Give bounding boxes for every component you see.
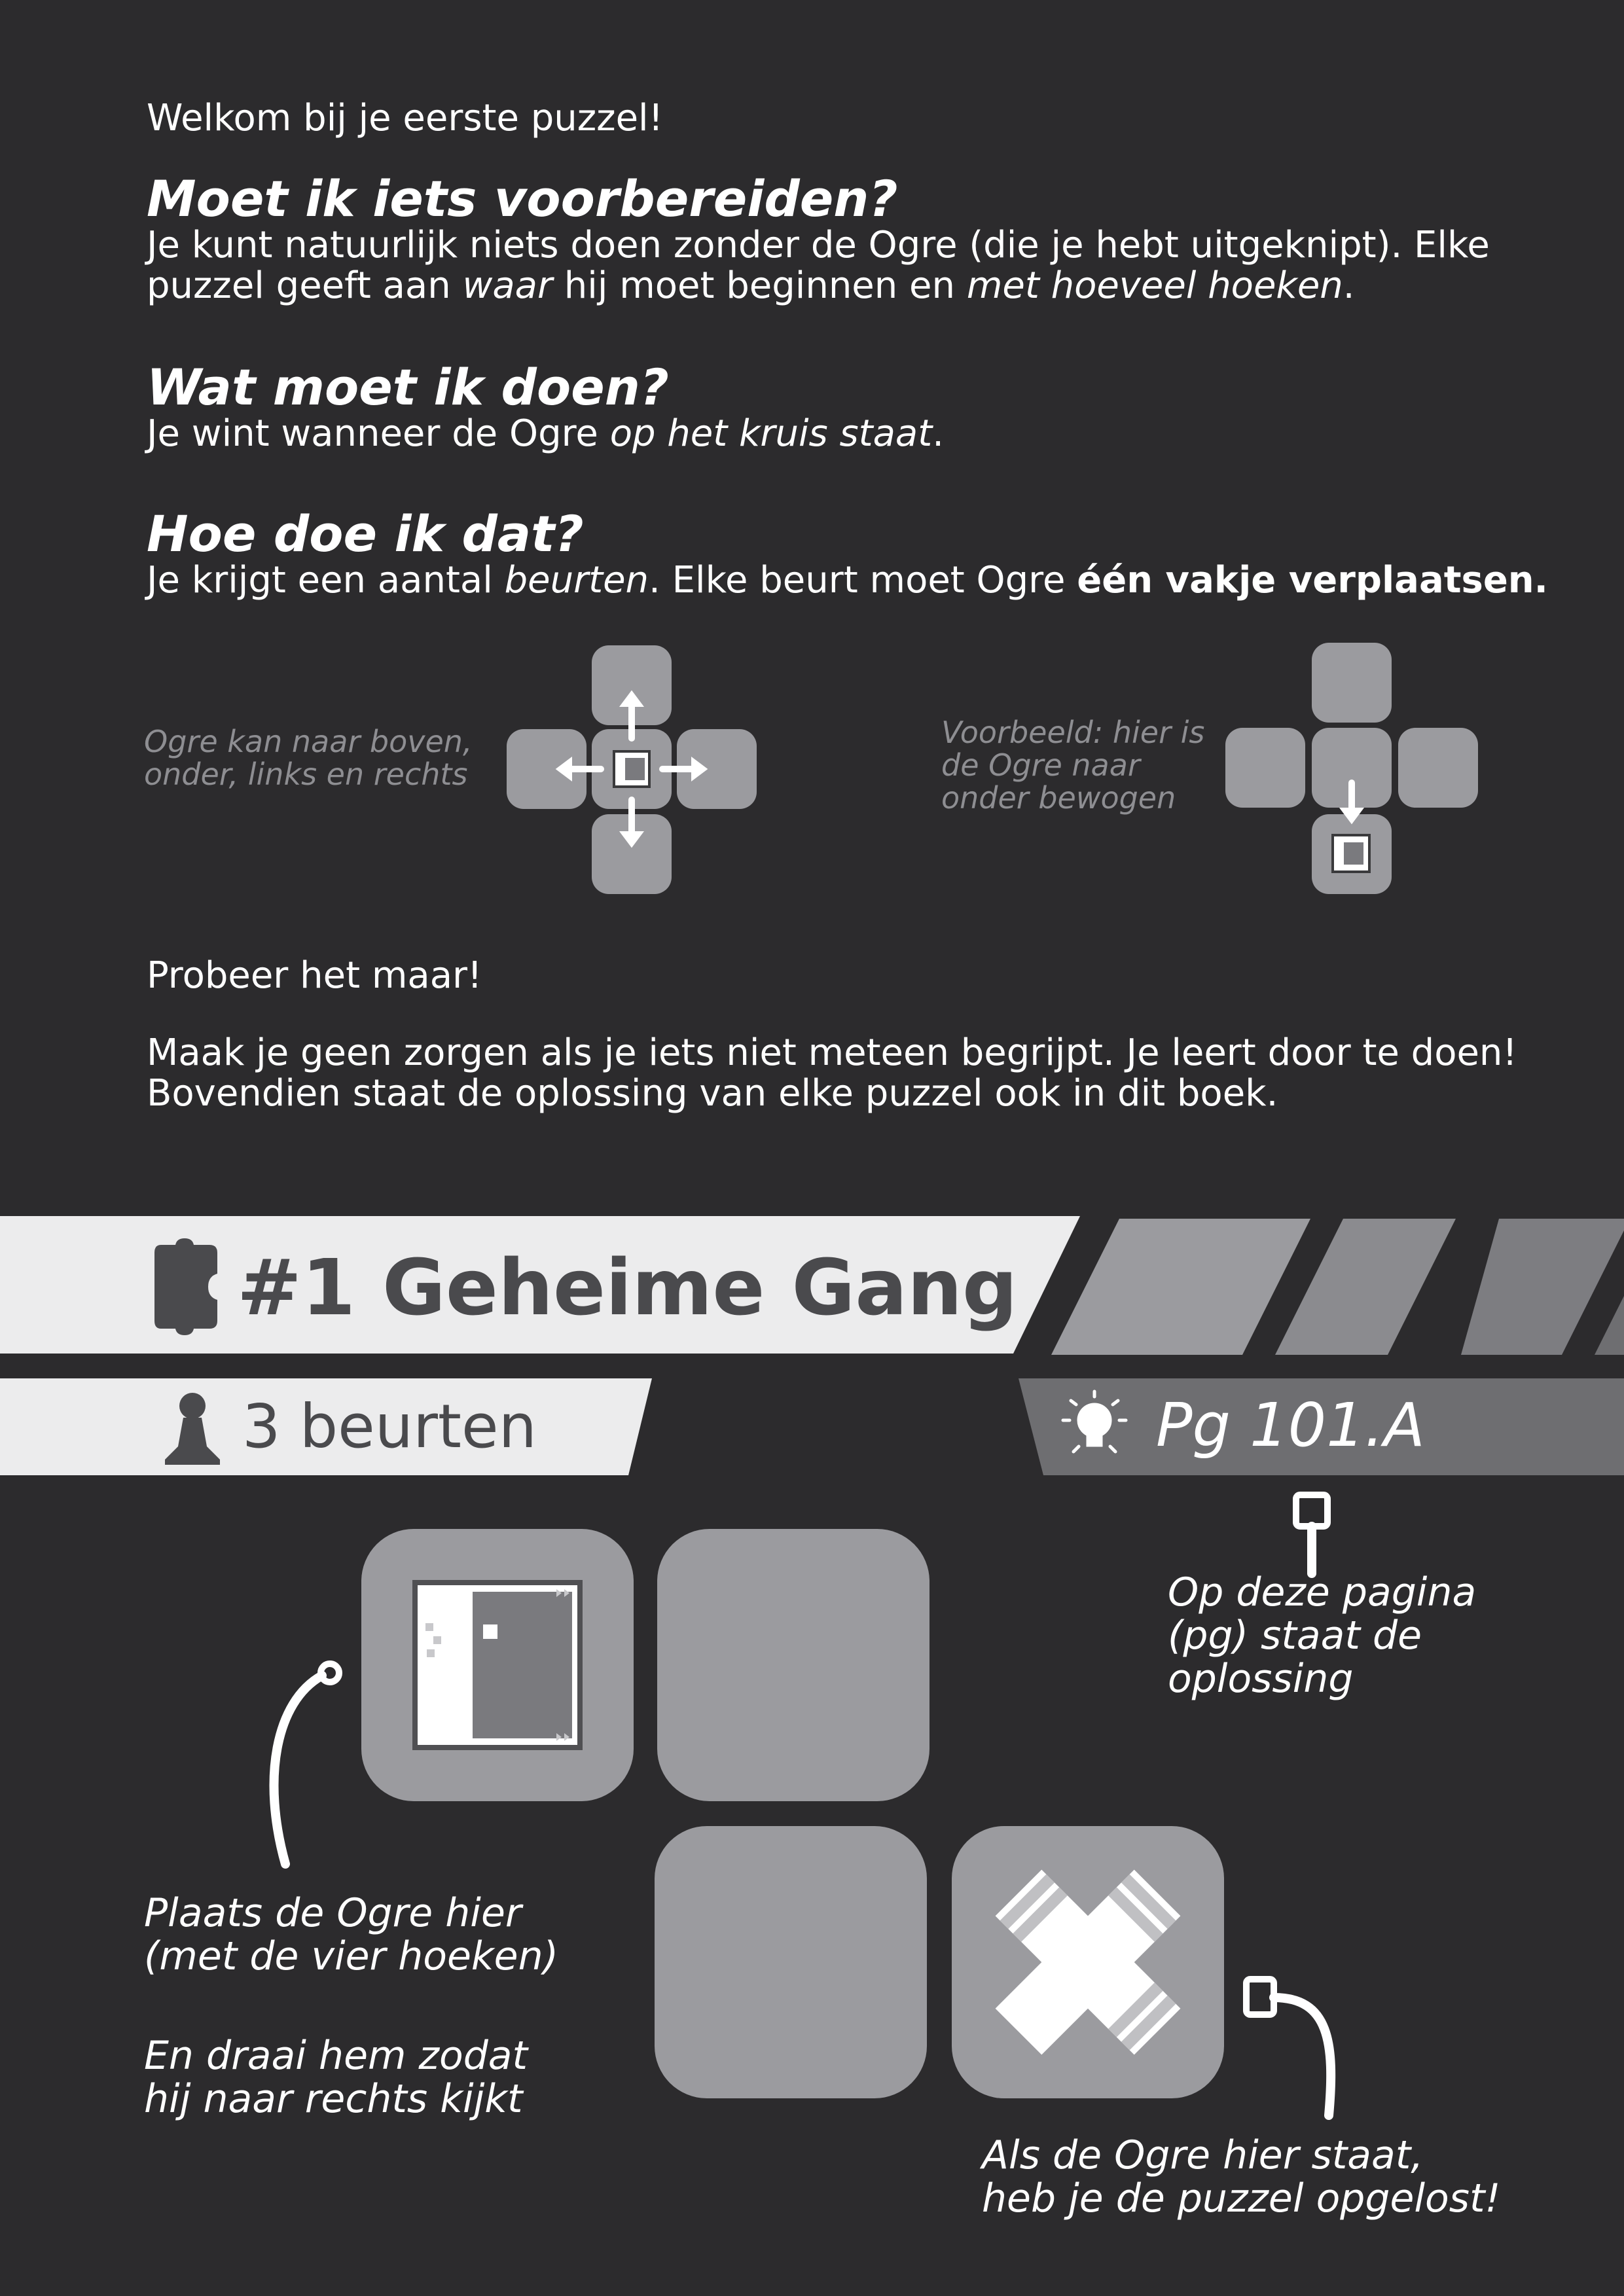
callout-place: Plaats de Ogre hier (met de vier hoeken) bbox=[144, 1890, 559, 1979]
callout-goal: Als de Ogre hier staat, heb je de puzzel… bbox=[982, 2132, 1501, 2221]
ogre-piece-icon bbox=[412, 1580, 583, 1750]
callout-turn: En draai hem zodat hij naar rechts kijkt bbox=[144, 2033, 528, 2122]
goal-cross-icon bbox=[995, 1869, 1181, 2055]
callout-solution: Op deze pagina (pg) staat de oplossing bbox=[1168, 1570, 1477, 1702]
